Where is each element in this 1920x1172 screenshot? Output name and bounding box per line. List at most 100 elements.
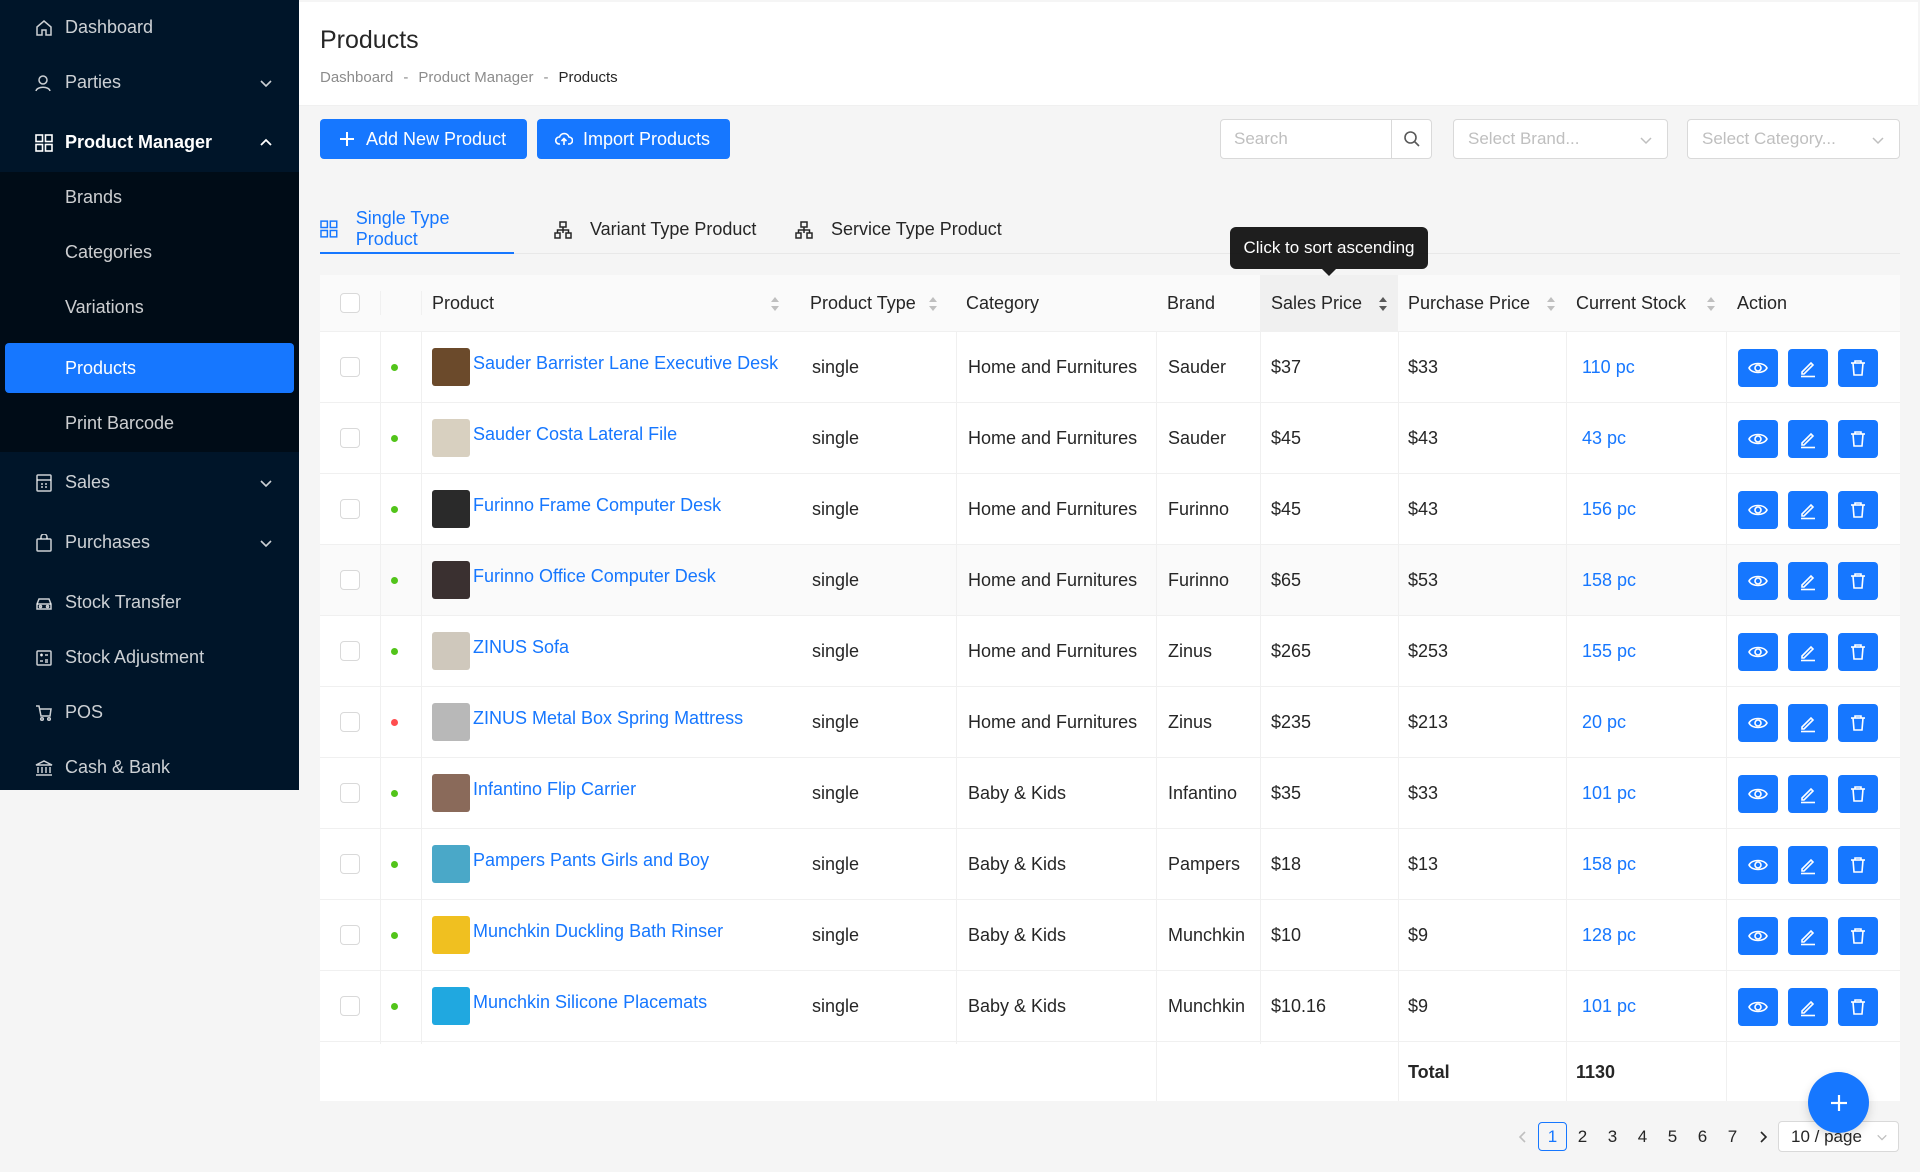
current-stock-link[interactable]: 20 pc — [1582, 687, 1626, 757]
tab-variant-type[interactable]: Variant Type Product — [554, 205, 764, 254]
nav-purchases[interactable]: Purchases — [0, 515, 299, 570]
view-button[interactable] — [1738, 704, 1778, 742]
sub-print-barcode[interactable]: Print Barcode — [5, 398, 294, 448]
product-name-link[interactable]: Munchkin Silicone Placemats — [473, 967, 707, 1037]
nav-parties[interactable]: Parties — [0, 55, 299, 110]
row-checkbox[interactable] — [340, 641, 360, 661]
product-name-link[interactable]: Furinno Frame Computer Desk — [473, 470, 721, 540]
row-checkbox[interactable] — [340, 854, 360, 874]
edit-button[interactable] — [1788, 775, 1828, 813]
delete-button[interactable] — [1838, 420, 1878, 458]
pagination-page-6[interactable]: 6 — [1688, 1122, 1717, 1151]
nav-stock-transfer[interactable]: Stock Transfer — [0, 575, 299, 630]
current-stock-link[interactable]: 158 pc — [1582, 829, 1636, 899]
delete-button[interactable] — [1838, 846, 1878, 884]
edit-button[interactable] — [1788, 917, 1828, 955]
current-stock-link[interactable]: 101 pc — [1582, 971, 1636, 1041]
sub-products[interactable]: Products — [5, 343, 294, 393]
edit-button[interactable] — [1788, 846, 1828, 884]
tab-service-type[interactable]: Service Type Product — [795, 205, 1015, 254]
import-products-button[interactable]: Import Products — [537, 119, 730, 159]
nav-dashboard[interactable]: Dashboard — [0, 0, 299, 55]
delete-button[interactable] — [1838, 562, 1878, 600]
view-button[interactable] — [1738, 562, 1778, 600]
search-input[interactable] — [1221, 120, 1392, 158]
current-stock-link[interactable]: 101 pc — [1582, 758, 1636, 828]
pagination-page-1[interactable]: 1 — [1538, 1122, 1567, 1151]
column-header-purchase-price[interactable]: Purchase Price — [1398, 275, 1566, 332]
delete-button[interactable] — [1838, 917, 1878, 955]
pagination-prev[interactable] — [1508, 1122, 1537, 1151]
nav-sales[interactable]: Sales — [0, 455, 299, 510]
delete-button[interactable] — [1838, 349, 1878, 387]
row-checkbox[interactable] — [340, 428, 360, 448]
edit-button[interactable] — [1788, 562, 1828, 600]
product-name-link[interactable]: Sauder Costa Lateral File — [473, 399, 677, 469]
delete-button[interactable] — [1838, 491, 1878, 529]
edit-button[interactable] — [1788, 704, 1828, 742]
view-button[interactable] — [1738, 846, 1778, 884]
view-button[interactable] — [1738, 917, 1778, 955]
current-stock-link[interactable]: 156 pc — [1582, 474, 1636, 544]
floating-add-button[interactable] — [1808, 1072, 1869, 1133]
current-stock-link[interactable]: 43 pc — [1582, 403, 1626, 473]
product-name-link[interactable]: Infantino Flip Carrier — [473, 754, 636, 824]
column-header-current-stock[interactable]: Current Stock — [1566, 275, 1726, 332]
delete-button[interactable] — [1838, 775, 1878, 813]
delete-button[interactable] — [1838, 704, 1878, 742]
nav-cash-bank[interactable]: Cash & Bank — [0, 740, 299, 795]
row-checkbox[interactable] — [340, 357, 360, 377]
current-stock-link[interactable]: 158 pc — [1582, 545, 1636, 615]
nav-stock-adjustment[interactable]: Stock Adjustment — [0, 630, 299, 685]
breadcrumb-product-manager[interactable]: Product Manager — [418, 69, 533, 86]
current-stock-link[interactable]: 110 pc — [1582, 332, 1635, 402]
view-button[interactable] — [1738, 988, 1778, 1026]
product-name-link[interactable]: Pampers Pants Girls and Boy — [473, 825, 709, 895]
product-name-link[interactable]: Sauder Barrister Lane Executive Desk — [473, 328, 778, 398]
product-name-link[interactable]: ZINUS Sofa — [473, 612, 569, 682]
edit-button[interactable] — [1788, 420, 1828, 458]
sub-brands[interactable]: Brands — [5, 172, 294, 222]
current-stock-link[interactable]: 155 pc — [1582, 616, 1636, 686]
view-button[interactable] — [1738, 420, 1778, 458]
product-name-link[interactable]: ZINUS Metal Box Spring Mattress — [473, 683, 743, 753]
pagination-page-2[interactable]: 2 — [1568, 1122, 1597, 1151]
select-all-checkbox[interactable] — [340, 293, 360, 313]
tab-single-type[interactable]: Single Type Product — [320, 205, 514, 254]
pagination-next[interactable] — [1748, 1122, 1777, 1151]
view-button[interactable] — [1738, 349, 1778, 387]
column-header-product-type[interactable]: Product Type — [800, 275, 948, 332]
breadcrumb-dashboard[interactable]: Dashboard — [320, 69, 393, 86]
category-select[interactable]: Select Category... — [1687, 119, 1900, 159]
add-new-product-button[interactable]: Add New Product — [320, 119, 527, 159]
delete-button[interactable] — [1838, 633, 1878, 671]
pagination-page-5[interactable]: 5 — [1658, 1122, 1687, 1151]
edit-button[interactable] — [1788, 633, 1828, 671]
delete-button[interactable] — [1838, 988, 1878, 1026]
view-button[interactable] — [1738, 491, 1778, 529]
current-stock-link[interactable]: 128 pc — [1582, 900, 1636, 970]
product-name-link[interactable]: Furinno Office Computer Desk — [473, 541, 716, 611]
sub-categories[interactable]: Categories — [5, 227, 294, 277]
row-checkbox[interactable] — [340, 996, 360, 1016]
row-checkbox[interactable] — [340, 499, 360, 519]
brand-select[interactable]: Select Brand... — [1453, 119, 1668, 159]
edit-button[interactable] — [1788, 491, 1828, 529]
row-checkbox[interactable] — [340, 925, 360, 945]
pagination-page-7[interactable]: 7 — [1718, 1122, 1747, 1151]
nav-pos[interactable]: POS — [0, 685, 299, 740]
view-button[interactable] — [1738, 775, 1778, 813]
pagination-page-4[interactable]: 4 — [1628, 1122, 1657, 1151]
sub-variations[interactable]: Variations — [5, 282, 294, 332]
edit-button[interactable] — [1788, 988, 1828, 1026]
search-button[interactable] — [1391, 120, 1431, 158]
pagination-page-3[interactable]: 3 — [1598, 1122, 1627, 1151]
row-checkbox[interactable] — [340, 570, 360, 590]
nav-product-manager[interactable]: Product Manager — [0, 115, 299, 170]
row-checkbox[interactable] — [340, 783, 360, 803]
row-checkbox[interactable] — [340, 712, 360, 732]
product-name-link[interactable]: Munchkin Duckling Bath Rinser — [473, 896, 723, 966]
column-header-sales-price[interactable]: Sales Price — [1260, 275, 1398, 332]
view-button[interactable] — [1738, 633, 1778, 671]
edit-button[interactable] — [1788, 349, 1828, 387]
